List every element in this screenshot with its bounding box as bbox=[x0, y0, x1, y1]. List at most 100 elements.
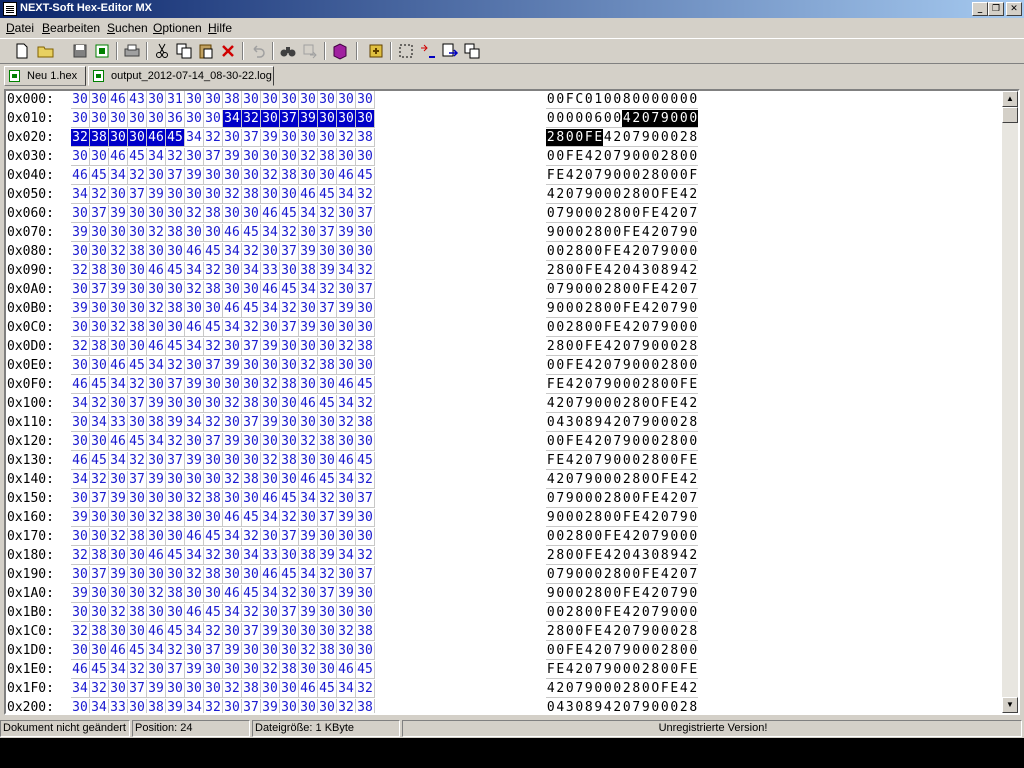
ascii-char-cell[interactable]: 0 bbox=[612, 110, 622, 128]
hex-byte-cell[interactable]: 30 bbox=[261, 243, 280, 261]
hex-byte-cell[interactable]: 34 bbox=[90, 414, 109, 432]
ascii-char-cell[interactable]: 0 bbox=[631, 376, 641, 394]
cut-icon[interactable] bbox=[152, 41, 172, 61]
hex-byte-cell[interactable]: 30 bbox=[128, 414, 147, 432]
ascii-char-cell[interactable]: F bbox=[622, 224, 632, 242]
ascii-char-cell[interactable]: 8 bbox=[584, 699, 594, 713]
ascii-char-cell[interactable]: E bbox=[555, 376, 565, 394]
ascii-char-cell[interactable]: 2 bbox=[631, 243, 641, 261]
ascii-char-cell[interactable]: 0 bbox=[612, 224, 622, 242]
hex-byte-cell[interactable]: 39 bbox=[337, 300, 356, 318]
hex-byte-cell[interactable]: 32 bbox=[356, 186, 375, 204]
hex-byte-cell[interactable]: 30 bbox=[90, 642, 109, 660]
hex-byte-cell[interactable]: 30 bbox=[261, 604, 280, 622]
ascii-char-cell[interactable]: 0 bbox=[679, 148, 689, 166]
hex-byte-cell[interactable]: 30 bbox=[147, 91, 166, 109]
minimize-button[interactable]: _ bbox=[972, 2, 988, 16]
hex-byte-cell[interactable]: 30 bbox=[242, 91, 261, 109]
find-replace-icon[interactable] bbox=[300, 41, 320, 61]
goto-icon[interactable] bbox=[440, 41, 460, 61]
ascii-char-cell[interactable]: 7 bbox=[612, 433, 622, 451]
hex-byte-cell[interactable]: 33 bbox=[109, 414, 128, 432]
hex-byte-cell[interactable]: 32 bbox=[337, 623, 356, 641]
hex-byte-cell[interactable]: 30 bbox=[280, 262, 299, 280]
ascii-char-cell[interactable]: 2 bbox=[679, 129, 689, 147]
ascii-char-cell[interactable]: 2 bbox=[650, 509, 660, 527]
ascii-char-cell[interactable]: 8 bbox=[593, 224, 603, 242]
ascii-char-cell[interactable]: 8 bbox=[574, 243, 584, 261]
ascii-char-cell[interactable]: 0 bbox=[669, 623, 679, 641]
hex-byte-cell[interactable]: 39 bbox=[147, 395, 166, 413]
ascii-char-cell[interactable]: 8 bbox=[650, 452, 660, 470]
hex-byte-cell[interactable]: 30 bbox=[147, 319, 166, 337]
menu-datei[interactable]: Datei bbox=[6, 21, 34, 35]
ascii-char-cell[interactable]: 4 bbox=[546, 680, 556, 698]
new-file-icon[interactable] bbox=[12, 41, 32, 61]
ascii-char-cell[interactable]: 0 bbox=[574, 262, 584, 280]
ascii-char-cell[interactable]: 0 bbox=[688, 91, 698, 109]
hex-byte-cell[interactable]: 46 bbox=[147, 623, 166, 641]
ascii-char-cell[interactable]: 0 bbox=[631, 148, 641, 166]
ascii-char-cell[interactable]: 7 bbox=[593, 376, 603, 394]
ascii-char-cell[interactable]: 4 bbox=[679, 547, 689, 565]
ascii-char-cell[interactable]: 6 bbox=[593, 110, 603, 128]
hex-byte-cell[interactable]: 30 bbox=[356, 604, 375, 622]
ascii-char-cell[interactable]: 0 bbox=[574, 414, 584, 432]
hex-byte-cell[interactable]: 37 bbox=[318, 224, 337, 242]
hex-byte-cell[interactable]: 30 bbox=[204, 167, 223, 185]
ascii-char-cell[interactable]: 0 bbox=[593, 281, 603, 299]
ascii-char-cell[interactable]: O bbox=[650, 680, 660, 698]
ascii-char-cell[interactable]: 8 bbox=[688, 338, 698, 356]
ascii-char-cell[interactable]: 0 bbox=[555, 585, 565, 603]
hex-byte-cell[interactable]: 31 bbox=[166, 91, 185, 109]
ascii-char-cell[interactable]: 0 bbox=[565, 262, 575, 280]
hex-byte-cell[interactable]: 45 bbox=[90, 661, 109, 679]
hex-byte-cell[interactable]: 39 bbox=[299, 528, 318, 546]
open-folder-icon[interactable] bbox=[36, 41, 56, 61]
ascii-char-cell[interactable]: E bbox=[555, 452, 565, 470]
hex-byte-cell[interactable]: 38 bbox=[356, 338, 375, 356]
ascii-char-cell[interactable]: 0 bbox=[612, 395, 622, 413]
hex-byte-cell[interactable]: 37 bbox=[242, 338, 261, 356]
ascii-char-cell[interactable]: 0 bbox=[650, 623, 660, 641]
hex-byte-cell[interactable]: 30 bbox=[128, 623, 147, 641]
hex-byte-cell[interactable]: 30 bbox=[318, 699, 337, 713]
hex-byte-cell[interactable]: 30 bbox=[337, 319, 356, 337]
hex-byte-cell[interactable]: 30 bbox=[90, 148, 109, 166]
hex-byte-cell[interactable]: 37 bbox=[242, 414, 261, 432]
hex-byte-cell[interactable]: 32 bbox=[147, 585, 166, 603]
hex-byte-cell[interactable]: 30 bbox=[71, 699, 90, 713]
hex-byte-cell[interactable]: 30 bbox=[242, 205, 261, 223]
hex-byte-cell[interactable]: 30 bbox=[71, 433, 90, 451]
hex-byte-cell[interactable]: 32 bbox=[147, 224, 166, 242]
hex-byte-cell[interactable]: 30 bbox=[109, 395, 128, 413]
hex-byte-cell[interactable]: 34 bbox=[299, 490, 318, 508]
hex-byte-cell[interactable]: 30 bbox=[166, 566, 185, 584]
hex-byte-cell[interactable]: 32 bbox=[204, 338, 223, 356]
hex-byte-cell[interactable]: 30 bbox=[204, 186, 223, 204]
hex-byte-cell[interactable]: 30 bbox=[242, 376, 261, 394]
tab-output-log[interactable]: output_2012-07-14_08-30-22.log bbox=[88, 66, 274, 86]
ascii-char-cell[interactable]: 7 bbox=[669, 509, 679, 527]
ascii-char-cell[interactable]: 0 bbox=[669, 338, 679, 356]
hex-byte-cell[interactable]: 32 bbox=[166, 642, 185, 660]
close-button[interactable]: ✕ bbox=[1006, 2, 1022, 16]
hex-byte-cell[interactable]: 39 bbox=[261, 414, 280, 432]
hex-byte-cell[interactable]: 30 bbox=[242, 281, 261, 299]
hex-byte-cell[interactable]: 30 bbox=[261, 186, 280, 204]
hex-byte-cell[interactable]: 30 bbox=[242, 642, 261, 660]
hex-byte-cell[interactable]: 38 bbox=[147, 414, 166, 432]
hex-byte-cell[interactable]: 30 bbox=[147, 528, 166, 546]
hex-byte-cell[interactable]: 30 bbox=[71, 414, 90, 432]
ascii-char-cell[interactable]: 9 bbox=[546, 224, 556, 242]
ascii-char-cell[interactable]: 0 bbox=[546, 566, 556, 584]
ascii-char-cell[interactable]: 8 bbox=[669, 357, 679, 375]
hex-byte-cell[interactable]: 45 bbox=[166, 338, 185, 356]
hex-byte-cell[interactable]: 30 bbox=[356, 433, 375, 451]
hex-byte-cell[interactable]: 30 bbox=[90, 433, 109, 451]
ascii-char-cell[interactable]: 7 bbox=[688, 281, 698, 299]
ascii-char-cell[interactable]: 0 bbox=[603, 357, 613, 375]
hex-byte-cell[interactable]: 30 bbox=[299, 414, 318, 432]
ascii-char-cell[interactable]: 8 bbox=[650, 376, 660, 394]
ascii-char-cell[interactable]: 0 bbox=[622, 167, 632, 185]
